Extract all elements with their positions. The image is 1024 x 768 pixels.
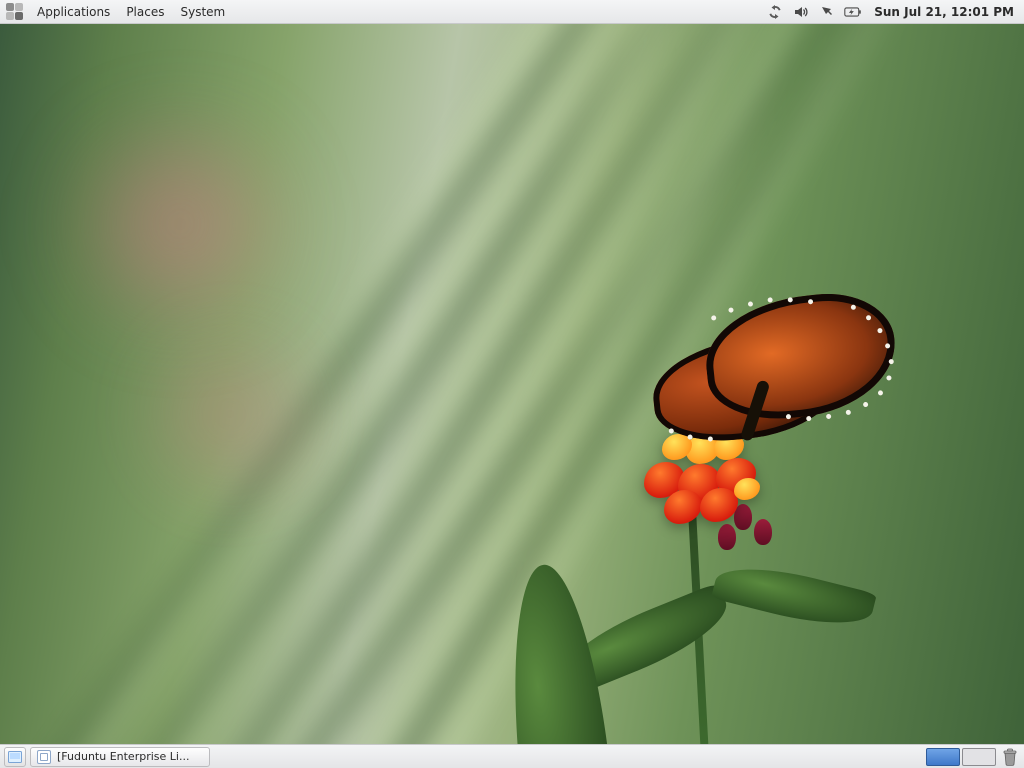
update-refresh-icon[interactable] [766,3,784,21]
bottom-panel: [Fuduntu Enterprise Li... [0,744,1024,768]
desktop-wallpaper[interactable] [0,24,1024,744]
network-icon[interactable] [818,3,836,21]
main-menu-bar: Applications Places System [6,2,232,22]
menu-places[interactable]: Places [119,2,171,22]
system-tray: Sun Jul 21, 12:01 PM [766,3,1018,21]
top-panel: Applications Places System Sun Jul 21, 1… [0,0,1024,24]
battery-charging-icon[interactable] [844,3,862,21]
workspace-switcher [926,748,996,766]
wallpaper-subject [484,314,844,744]
menu-applications[interactable]: Applications [30,2,117,22]
distro-logo-icon[interactable] [6,3,24,21]
wallpaper-bokeh [120,324,340,504]
menu-system[interactable]: System [173,2,232,22]
trash-icon[interactable] [1000,747,1020,767]
clock[interactable]: Sun Jul 21, 12:01 PM [870,5,1014,19]
volume-icon[interactable] [792,3,810,21]
taskbar-window-label: [Fuduntu Enterprise Li... [57,750,189,763]
window-app-icon [37,750,51,764]
taskbar-window-button[interactable]: [Fuduntu Enterprise Li... [30,747,210,767]
workspace-2[interactable] [962,748,996,766]
show-desktop-button[interactable] [4,747,26,767]
workspace-1[interactable] [926,748,960,766]
wallpaper-bokeh [40,114,320,334]
